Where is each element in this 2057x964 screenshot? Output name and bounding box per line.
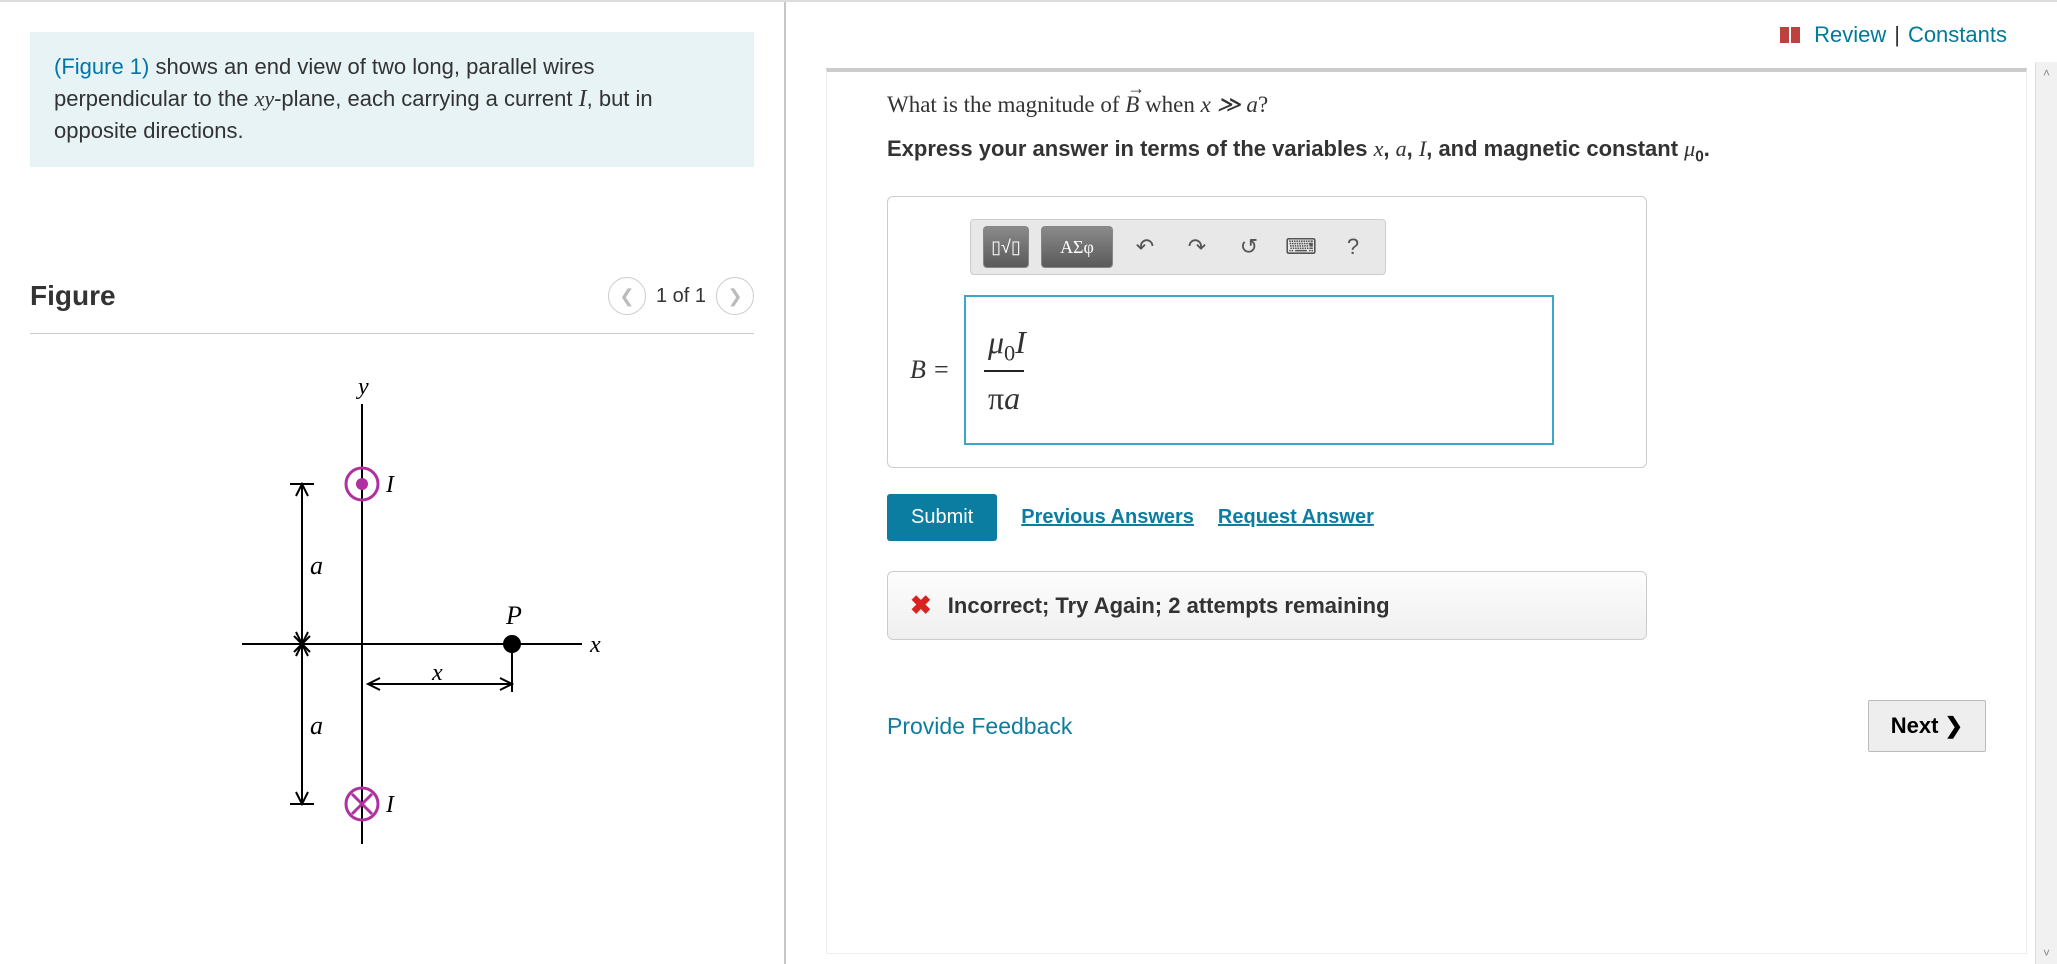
equation-toolbar: ▯√▯ ΑΣφ ↶ ↷ ↺ ⌨ ?: [970, 219, 1386, 275]
greek-button[interactable]: ΑΣφ: [1041, 226, 1113, 268]
figure-prev-button[interactable]: ❮: [608, 277, 646, 315]
question-area: What is the magnitude of →B when x ≫ a? …: [826, 68, 2027, 954]
scroll-down-button[interactable]: ˅: [2036, 942, 2057, 964]
figure-counter: 1 of 1: [656, 285, 706, 308]
feedback-text: Incorrect; Try Again; 2 attempts remaini…: [948, 593, 1390, 619]
I-bot-label: I: [385, 792, 395, 818]
instr-c1: ,: [1383, 136, 1395, 161]
num-sub: 0: [1004, 340, 1015, 365]
I-var: I: [579, 86, 587, 112]
left-pane: (Figure 1) shows an end view of two long…: [0, 2, 786, 964]
problem-statement: (Figure 1) shows an end view of two long…: [30, 32, 754, 167]
q-lead: What is the magnitude of: [887, 92, 1125, 117]
instr-end: .: [1704, 136, 1710, 161]
x-axis-label: x: [589, 632, 601, 658]
figure-nav: ❮ 1 of 1 ❯: [608, 277, 754, 315]
question-text: What is the magnitude of →B when x ≫ a?: [887, 92, 1986, 118]
button-row: Submit Previous Answers Request Answer: [887, 494, 1986, 541]
answer-input[interactable]: μ0I πa: [964, 295, 1554, 445]
templates-button[interactable]: ▯√▯: [983, 226, 1029, 268]
instr-c3: , and magnetic constant: [1426, 136, 1684, 161]
previous-answers-link[interactable]: Previous Answers: [1021, 506, 1194, 529]
feedback-box: ✖ Incorrect; Try Again; 2 attempts remai…: [887, 571, 1647, 640]
reset-button[interactable]: ↺: [1229, 227, 1269, 267]
num-mu: μ: [988, 324, 1004, 360]
right-pane: Review | Constants What is the magnitude…: [786, 2, 2057, 964]
figure-header: Figure ❮ 1 of 1 ❯: [30, 277, 754, 334]
q-cond: x ≫ a: [1201, 92, 1258, 117]
num-I: I: [1015, 324, 1026, 360]
y-axis-label: y: [356, 374, 369, 400]
figure-diagram: y x I I P a: [30, 364, 754, 864]
x-dim-label: x: [431, 660, 443, 686]
figure-link[interactable]: (Figure 1): [54, 54, 149, 79]
instr-v1: x: [1374, 136, 1384, 161]
I-top-label: I: [385, 472, 395, 498]
answer-label: B =: [910, 355, 950, 385]
submit-button[interactable]: Submit: [887, 494, 997, 541]
figure-next-button[interactable]: ❯: [716, 277, 754, 315]
incorrect-icon: ✖: [910, 590, 932, 621]
redo-button[interactable]: ↷: [1177, 227, 1217, 267]
help-button[interactable]: ?: [1333, 227, 1373, 267]
P-label: P: [505, 601, 522, 630]
answer-fraction: μ0I πa: [984, 324, 1030, 417]
undo-button[interactable]: ↶: [1125, 227, 1165, 267]
a-bot-label: a: [310, 711, 323, 740]
instr-c2: ,: [1407, 136, 1419, 161]
constants-link[interactable]: Constants: [1908, 22, 2007, 48]
bottom-row: Provide Feedback Next ❯: [887, 700, 1986, 758]
den-pi: π: [988, 380, 1004, 416]
review-link[interactable]: Review: [1814, 22, 1886, 48]
q-mark: ?: [1258, 92, 1268, 117]
answer-denominator: πa: [984, 370, 1024, 417]
scroll-up-button[interactable]: ˄: [2036, 62, 2057, 84]
a-top-label: a: [310, 551, 323, 580]
q-mid: when: [1139, 92, 1200, 117]
answer-card: ▯√▯ ΑΣφ ↶ ↷ ↺ ⌨ ? B = μ0I: [887, 196, 1647, 468]
figure-title: Figure: [30, 280, 116, 312]
top-links-sep: |: [1894, 22, 1900, 48]
xy-var: xy: [255, 86, 275, 111]
provide-feedback-link[interactable]: Provide Feedback: [887, 713, 1072, 740]
request-answer-link[interactable]: Request Answer: [1218, 506, 1374, 529]
problem-text-2: -plane, each carrying a current: [274, 86, 579, 111]
top-links: Review | Constants: [826, 12, 2027, 68]
keyboard-button[interactable]: ⌨: [1281, 227, 1321, 267]
instruction-text: Express your answer in terms of the vari…: [887, 136, 1986, 166]
instr-v2: a: [1396, 136, 1407, 161]
answer-numerator: μ0I: [984, 324, 1030, 370]
instr-lead: Express your answer in terms of the vari…: [887, 136, 1374, 161]
book-icon: [1780, 27, 1800, 43]
instr-mu: μ: [1684, 136, 1695, 161]
main-container: (Figure 1) shows an end view of two long…: [0, 0, 2057, 964]
scrollbar[interactable]: ˄ ˅: [2035, 62, 2057, 964]
den-a: a: [1004, 380, 1020, 416]
instr-mu-sub: 0: [1695, 148, 1704, 165]
answer-row: B = μ0I πa: [910, 295, 1624, 445]
next-button[interactable]: Next ❯: [1868, 700, 1986, 752]
